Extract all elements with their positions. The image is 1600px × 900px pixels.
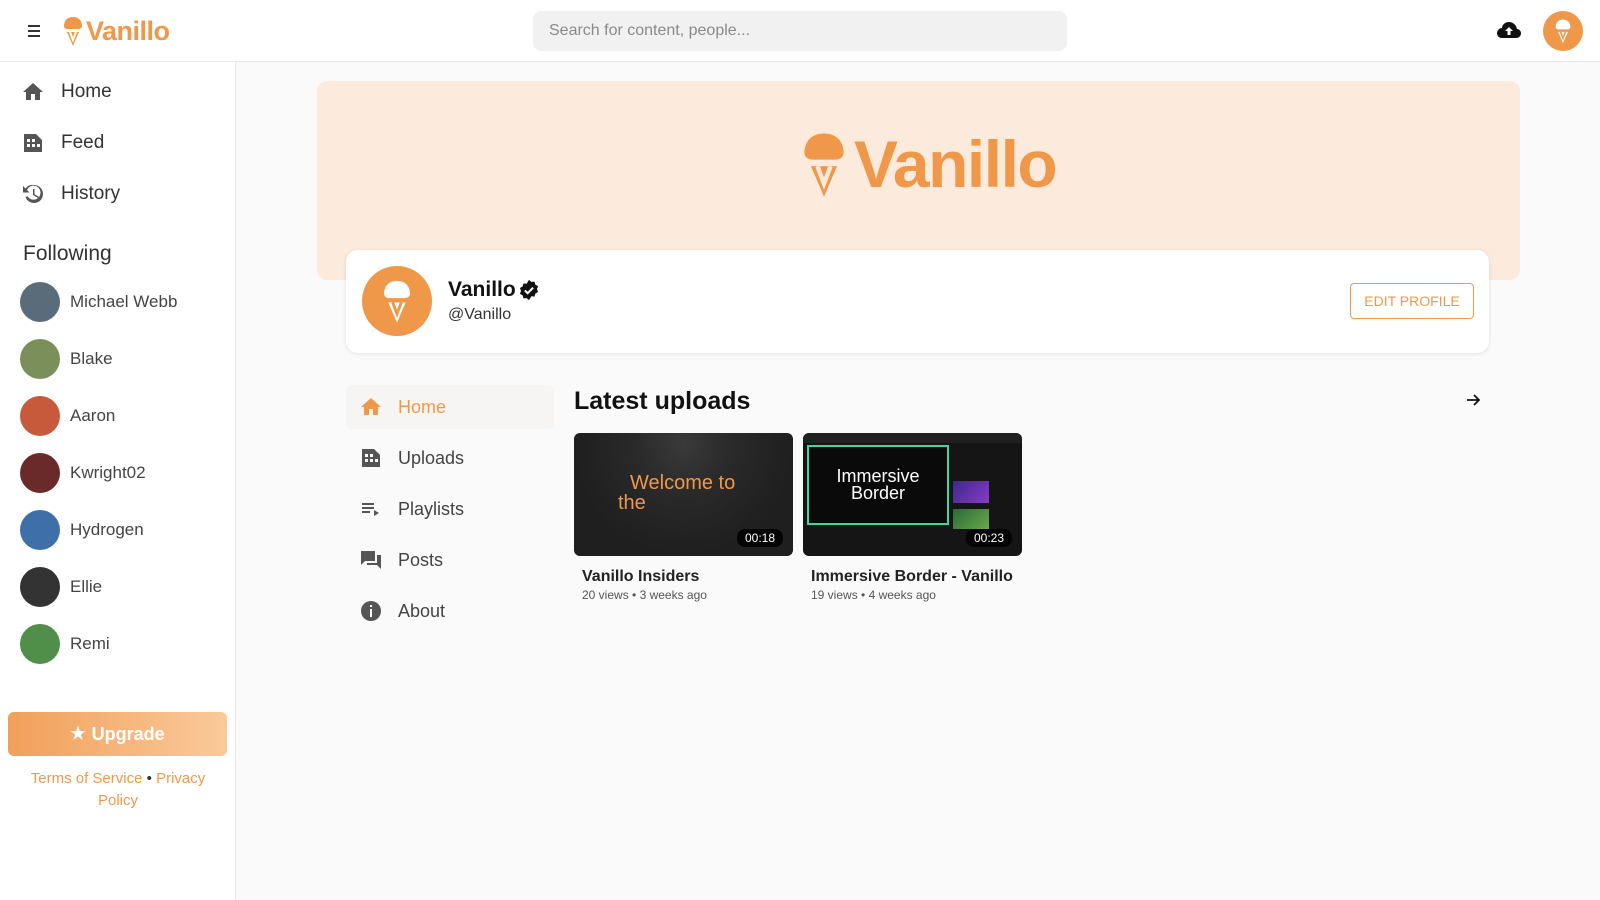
- sidebar: Home Feed History Following Michael Webb…: [0, 62, 236, 900]
- video-title[interactable]: Immersive Border - Vanillo: [811, 567, 1014, 586]
- sidebar-item-label: History: [61, 183, 121, 204]
- upgrade-label: Upgrade: [91, 723, 165, 744]
- following-item-kwright02[interactable]: Kwright02: [0, 449, 236, 497]
- avatar: [20, 396, 60, 436]
- profile-card: Vanillo @Vanillo EDIT PROFILE: [346, 250, 1489, 353]
- posts-icon: [361, 551, 381, 569]
- ice-cream-icon: [804, 133, 844, 197]
- tab-playlists[interactable]: Playlists: [346, 487, 554, 531]
- avatar: [20, 510, 60, 550]
- cloud-upload-icon[interactable]: [1496, 19, 1522, 43]
- sidebar-item-feed[interactable]: Feed: [0, 119, 236, 167]
- following-heading: Following: [23, 242, 112, 265]
- vanillo-logo[interactable]: Vanillo: [62, 14, 170, 48]
- thumbnail-text: Immersive Border: [807, 445, 949, 525]
- channel-avatar[interactable]: [362, 266, 432, 336]
- edit-profile-button[interactable]: EDIT PROFILE: [1350, 283, 1474, 319]
- tab-home[interactable]: Home: [346, 385, 554, 429]
- following-name: Blake: [70, 349, 113, 368]
- ice-cream-icon: [384, 280, 410, 323]
- tab-label: Home: [398, 397, 447, 417]
- following-item-michael-webb[interactable]: Michael Webb: [0, 278, 236, 326]
- tab-label: Posts: [398, 550, 444, 570]
- video-duration: 00:23: [965, 529, 1012, 547]
- tab-posts[interactable]: Posts: [346, 538, 554, 582]
- top-bar: Vanillo: [0, 0, 1600, 62]
- channel-name: Vanillo: [448, 278, 516, 301]
- video-meta: 20 views • 3 weeks ago: [582, 588, 707, 602]
- video-duration: 00:18: [736, 529, 783, 547]
- logo-wordmark: Vanillo: [86, 15, 170, 46]
- tab-label: Playlists: [398, 499, 465, 519]
- following-name: Remi: [70, 634, 110, 653]
- channel-handle: @Vanillo: [448, 306, 512, 323]
- verified-badge-icon: [519, 279, 539, 301]
- thumbnail-text: Welcome to the: [618, 472, 736, 514]
- arrow-right-icon[interactable]: [1463, 390, 1483, 410]
- avatar: [20, 282, 60, 322]
- feed-icon: [24, 134, 42, 152]
- following-name: Kwright02: [70, 463, 146, 482]
- following-item-aaron[interactable]: Aaron: [0, 392, 236, 440]
- sidebar-item-label: Feed: [61, 132, 105, 153]
- sidebar-item-history[interactable]: History: [0, 170, 236, 218]
- video-meta: 19 views • 4 weeks ago: [811, 588, 936, 602]
- upgrade-button[interactable]: ★ Upgrade: [8, 712, 227, 756]
- footer-links: Terms of Service • Privacy Policy: [18, 768, 218, 812]
- avatar: [20, 567, 60, 607]
- sidebar-item-home[interactable]: Home: [0, 68, 236, 116]
- tab-about[interactable]: About: [346, 589, 554, 633]
- avatar: [20, 453, 60, 493]
- video-card[interactable]: Immersive Border 00:23 Immersive Border …: [803, 433, 1022, 602]
- following-name: Michael Webb: [70, 292, 178, 311]
- history-icon: [23, 184, 43, 203]
- following-item-hydrogen[interactable]: Hydrogen: [0, 506, 236, 554]
- following-name: Aaron: [70, 406, 116, 425]
- video-thumbnail: Immersive Border 00:23: [803, 433, 1022, 556]
- ice-cream-icon: [1555, 19, 1571, 44]
- avatar: [20, 339, 60, 379]
- search-input[interactable]: [533, 11, 1067, 51]
- video-thumbnail: Welcome to the 00:18: [574, 433, 793, 556]
- user-avatar[interactable]: [1543, 11, 1583, 51]
- following-name: Ellie: [70, 577, 103, 596]
- home-icon: [23, 83, 43, 100]
- ice-cream-icon: [64, 17, 82, 46]
- terms-link[interactable]: Terms of Service: [31, 770, 143, 787]
- latest-uploads-heading: Latest uploads: [574, 387, 751, 415]
- following-item-remi[interactable]: Remi: [0, 620, 236, 668]
- home-icon: [361, 398, 381, 415]
- star-icon: ★: [70, 724, 86, 743]
- banner-logo: Vanillo: [800, 126, 1058, 202]
- video-title[interactable]: Vanillo Insiders: [582, 567, 785, 586]
- avatar: [20, 624, 60, 664]
- following-name: Hydrogen: [70, 520, 144, 539]
- info-icon: [361, 601, 381, 621]
- sidebar-item-label: Home: [61, 81, 112, 102]
- tab-uploads[interactable]: Uploads: [346, 436, 554, 480]
- video-card[interactable]: Welcome to the 00:18 Vanillo Insiders 20…: [574, 433, 793, 602]
- separator: •: [146, 770, 152, 787]
- following-item-ellie[interactable]: Ellie: [0, 563, 236, 611]
- hamburger-icon[interactable]: [26, 22, 46, 40]
- tab-label: About: [398, 601, 446, 621]
- following-item-blake[interactable]: Blake: [0, 335, 236, 383]
- uploads-icon: [362, 449, 380, 467]
- playlist-icon: [362, 503, 379, 516]
- banner-wordmark: Vanillo: [854, 127, 1058, 201]
- tab-label: Uploads: [398, 448, 465, 468]
